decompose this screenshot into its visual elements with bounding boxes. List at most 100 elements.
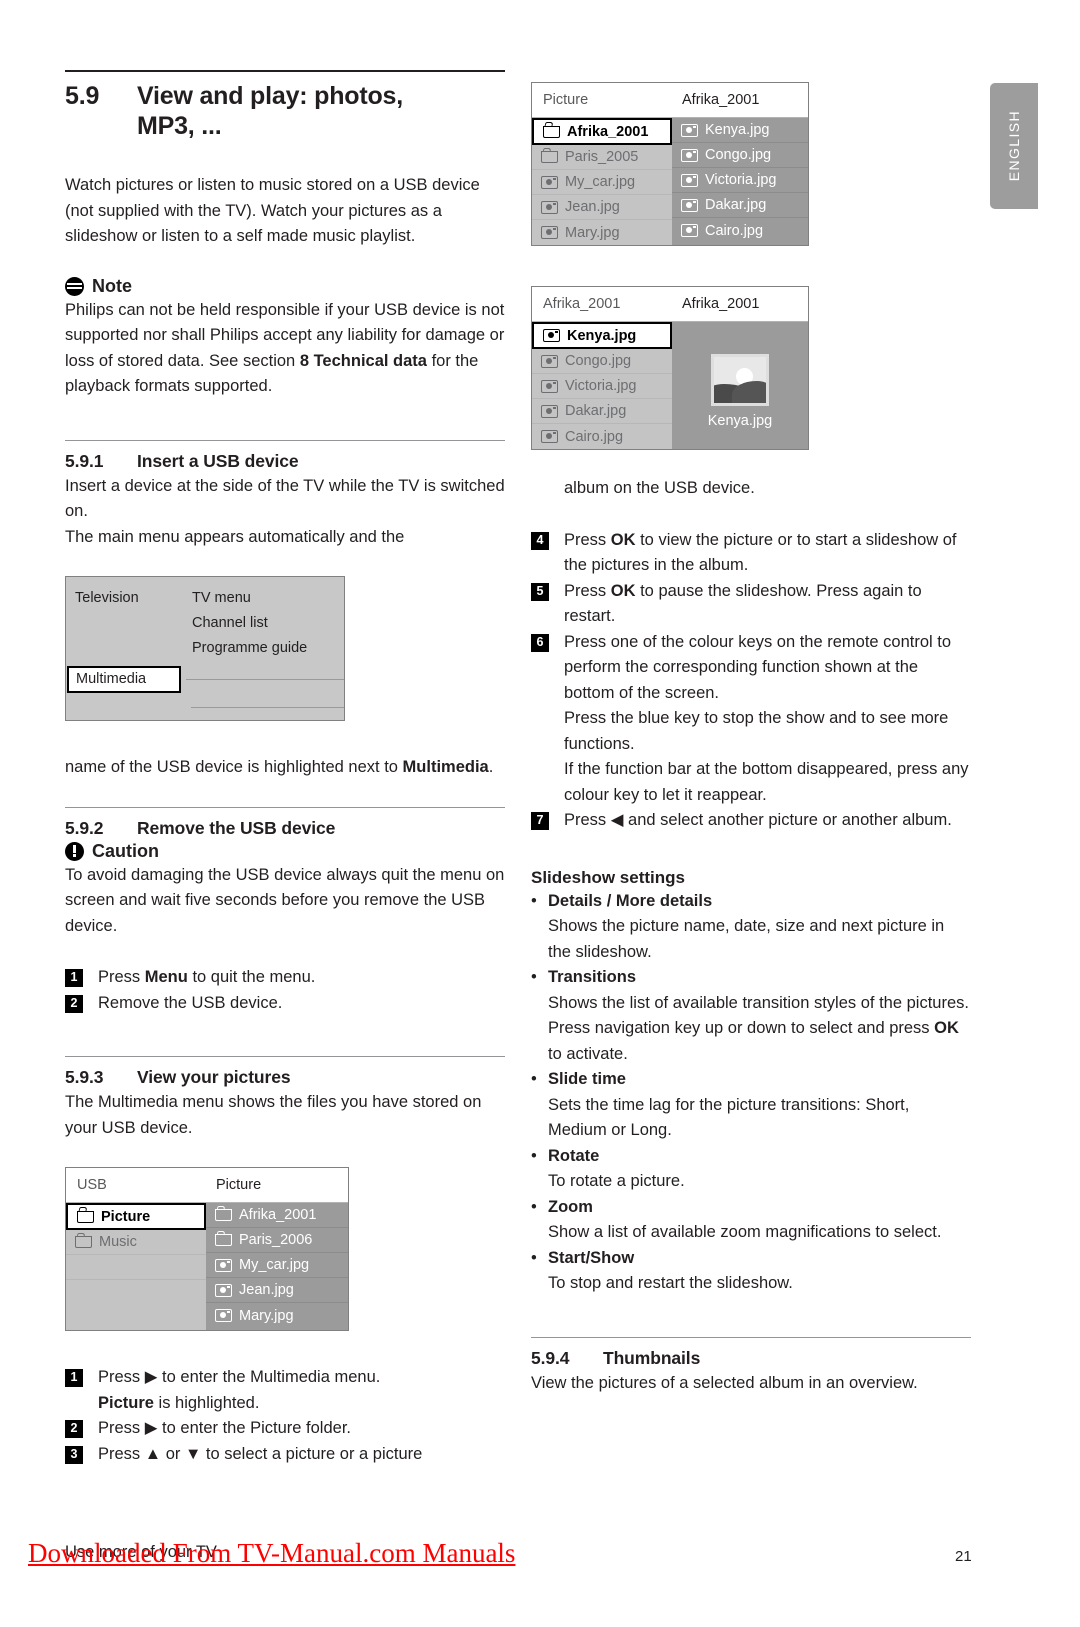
section-number: 5.9 <box>65 82 100 110</box>
continuation-text: album on the USB device. <box>564 479 755 497</box>
picture-menu-file-item[interactable]: Congo.jpg <box>672 143 808 168</box>
usb-menu-item-label: Picture <box>101 1208 151 1225</box>
step-text: Press Menu to quit the menu. <box>98 968 316 986</box>
picture-menu-file-item[interactable]: Dakar.jpg <box>672 193 808 218</box>
setting-title: Start/Show <box>548 1248 635 1267</box>
camera-icon <box>541 226 558 239</box>
picture-menu-item-mycar[interactable]: My_car.jpg <box>532 170 672 195</box>
section-heading-591: 5.9.1 Insert a USB device <box>65 451 505 472</box>
usb-menu-file-item[interactable]: Mary.jpg <box>206 1303 348 1328</box>
bullet-dot-icon: • <box>531 1146 537 1165</box>
section-rule-592 <box>65 806 505 808</box>
main-menu-right-item-tv-menu[interactable]: TV menu <box>186 590 344 606</box>
step-text: Press ▶ to enter the Picture folder. <box>98 1419 351 1437</box>
s594-text: View the pictures of a selected album in… <box>531 1373 918 1392</box>
album-menu-item-victoria[interactable]: Victoria.jpg <box>532 374 672 399</box>
watermark-link[interactable]: Downloaded From TV-Manual.com Manuals <box>28 1538 515 1569</box>
section-rule-594 <box>531 1336 971 1338</box>
picture-menu-item-label: Mary.jpg <box>565 224 620 241</box>
section-title-line1: View and play: photos, <box>137 82 404 110</box>
arrow-down-icon: ▼ <box>184 1444 202 1463</box>
slideshow-setting-item: • Transitions <box>531 965 971 991</box>
album-menu-item-dakar[interactable]: Dakar.jpg <box>532 399 672 424</box>
picture-menu-file-item[interactable]: Kenya.jpg <box>672 118 808 143</box>
picture-menu-file-item[interactable]: Cairo.jpg <box>672 218 808 243</box>
usb-menu-item-empty <box>66 1305 206 1330</box>
camera-icon <box>215 1309 232 1322</box>
usb-menu-file-item[interactable]: My_car.jpg <box>206 1253 348 1278</box>
album-menu-item-label: Congo.jpg <box>565 353 632 369</box>
main-menu-left-item[interactable]: Television <box>66 590 186 606</box>
picture-menu-item-mary[interactable]: Mary.jpg <box>532 220 672 245</box>
album-menu-item-cairo[interactable]: Cairo.jpg <box>532 424 672 449</box>
camera-icon <box>215 1283 232 1297</box>
main-menu-right-item-programme-guide[interactable]: Programme guide <box>186 640 344 656</box>
step-item: 7 Press ◀ and select another picture or … <box>531 808 971 834</box>
arrow-up-icon: ▲ <box>144 1444 162 1463</box>
bullet-dot-icon: • <box>531 968 537 986</box>
section-number-594: 5.9.4 <box>531 1347 570 1368</box>
bullet-dot-icon: • <box>531 891 537 910</box>
section-heading-594: 5.9.4 Thumbnails <box>531 1348 971 1369</box>
picture-menu-file-label: Congo.jpg <box>705 147 772 163</box>
setting-description: To stop and restart the slideshow. <box>548 1274 793 1292</box>
step-item: 5 Press OK to pause the slideshow. Press… <box>531 579 971 630</box>
section-number-593: 5.9.3 <box>65 1067 104 1087</box>
camera-icon <box>541 379 558 393</box>
usb-menu-item-music[interactable]: Music <box>66 1230 206 1255</box>
slideshow-setting-item: • Details / More details <box>531 889 971 915</box>
album-menu-item-kenya[interactable]: Kenya.jpg <box>532 322 672 349</box>
usb-menu-item-empty <box>66 1255 206 1280</box>
usb-menu-file-label: Paris_2006 <box>239 1232 313 1248</box>
main-menu-selected-multimedia[interactable]: Multimedia <box>67 665 181 693</box>
section-number-591: 5.9.1 <box>65 450 104 471</box>
setting-description: Show a list of available zoom magnificat… <box>548 1223 942 1241</box>
section-heading-592: 5.9.2 Remove the USB device <box>65 818 505 839</box>
main-menu-divider-2 <box>191 706 344 708</box>
picture-menu-file-label: Kenya.jpg <box>705 122 770 138</box>
setting-description: Shows the list of available transition s… <box>548 993 969 1012</box>
section-title-592: Remove the USB device <box>137 817 336 838</box>
picture-menu-item-afrika[interactable]: Afrika_2001 <box>532 118 672 145</box>
usb-menu-file-label: Jean.jpg <box>239 1282 294 1298</box>
usb-menu-left-pane: Picture Music <box>66 1203 206 1330</box>
album-menu-header: Afrika_2001 Afrika_2001 <box>532 287 808 322</box>
picture-menu-item-label: My_car.jpg <box>565 174 636 190</box>
step-text: Press ◀ and select another picture or an… <box>564 811 952 829</box>
picture-menu-file-label: Cairo.jpg <box>705 222 764 239</box>
note-text-bold: 8 Technical data <box>299 351 427 370</box>
step-text: Press OK to view the picture or to start… <box>564 530 957 575</box>
usb-menu-file-item[interactable]: Jean.jpg <box>206 1278 348 1303</box>
s593-text: The Multimedia menu shows the files you … <box>65 1093 482 1137</box>
main-menu-right-item-channel-list[interactable]: Channel list <box>186 615 344 631</box>
picture-menu-left-pane: Afrika_2001 Paris_2005 My_car.jpg Jean.j… <box>532 118 672 245</box>
setting-description: Shows the picture name, date, size and n… <box>548 917 945 961</box>
usb-menu-file-item[interactable]: Afrika_2001 <box>206 1203 348 1228</box>
usb-menu-header-right: Picture <box>216 1177 262 1193</box>
step-number: 1 <box>65 1369 83 1387</box>
slideshow-setting-item: • Rotate <box>531 1144 971 1170</box>
caution-icon <box>65 841 84 861</box>
picture-menu-file-item[interactable]: Victoria.jpg <box>672 168 808 193</box>
folder-icon <box>543 125 560 138</box>
step-number: 7 <box>531 812 549 830</box>
slideshow-setting-item: • Slide time <box>531 1067 971 1093</box>
album-menu-left-pane: Kenya.jpg Congo.jpg Victoria.jpg Dakar.j… <box>532 322 672 449</box>
folder-icon <box>215 1209 232 1221</box>
picture-menu-item-jean[interactable]: Jean.jpg <box>532 195 672 220</box>
usb-menu-file-item[interactable]: Paris_2006 <box>206 1228 348 1253</box>
step-text: Press one of the colour keys on the remo… <box>564 632 969 804</box>
manual-page: ENGLISH 5.9 View and play: photos, MP3, … <box>0 0 1080 1627</box>
language-tab-label: ENGLISH <box>1006 110 1022 182</box>
album-menu-item-congo[interactable]: Congo.jpg <box>532 349 672 374</box>
step-item: 1 Press Menu to quit the menu. <box>65 965 505 991</box>
album-menu-header-left: Afrika_2001 <box>543 296 621 312</box>
folder-icon <box>75 1236 92 1248</box>
album-menu-item-label: Kenya.jpg <box>567 327 637 344</box>
picture-menu-item-paris[interactable]: Paris_2005 <box>532 145 672 170</box>
usb-menu-item-picture[interactable]: Picture <box>66 1203 206 1230</box>
slideshow-setting-item: • Zoom <box>531 1195 971 1221</box>
album-menu-mockup: Afrika_2001 Afrika_2001 Kenya.jpg Congo.… <box>531 286 809 450</box>
picture-menu-right-pane: Kenya.jpg Congo.jpg Victoria.jpg Dakar.j… <box>672 118 808 245</box>
step-number: 4 <box>531 531 549 550</box>
